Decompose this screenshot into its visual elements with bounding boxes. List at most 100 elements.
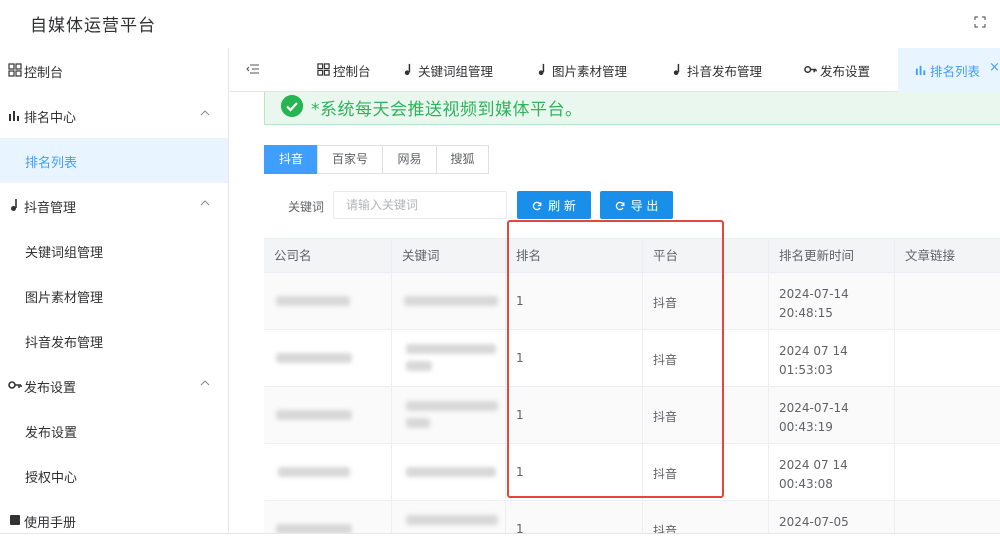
sidebar-item-label: 授权中心 bbox=[25, 471, 78, 486]
redacted-keyword bbox=[406, 515, 498, 525]
key-icon bbox=[8, 381, 22, 389]
status-bar bbox=[0, 533, 1000, 540]
sidebar-item-image-assets[interactable]: 图片素材管理 bbox=[0, 273, 228, 318]
column-header-keyword: 关键词 bbox=[392, 239, 506, 274]
sidebar-item-publish-settings[interactable]: 发布设置 bbox=[0, 408, 228, 453]
dashboard-icon bbox=[317, 63, 330, 76]
redacted-keyword bbox=[406, 401, 498, 411]
sidebar-item-label: 抖音管理 bbox=[24, 201, 77, 216]
platform-tab-douyin[interactable]: 抖音 bbox=[264, 145, 318, 174]
tab-label: 抖音发布管理 bbox=[687, 64, 763, 79]
sidebar-item-dashboard[interactable]: 控制台 bbox=[0, 48, 228, 93]
alert-text: *系统每天会推送视频到媒体平台。 bbox=[311, 100, 583, 120]
cell-article-link[interactable] bbox=[895, 501, 1000, 533]
app-root: 自媒体运营平台 控制台 排名中心 排名列表 抖音管理 关键词组管理 图片素材管理… bbox=[0, 0, 1000, 540]
tab-douyin-publish[interactable]: 抖音发布管理 bbox=[671, 48, 771, 92]
tab-label: 发布设置 bbox=[820, 64, 871, 79]
refresh-button-label: 刷 新 bbox=[548, 198, 576, 213]
check-circle-icon bbox=[281, 95, 303, 117]
chevron-up-icon bbox=[200, 380, 210, 386]
column-header-update-time: 排名更新时间 bbox=[769, 239, 895, 274]
highlight-annotation-box bbox=[507, 220, 724, 498]
refresh-icon bbox=[615, 201, 625, 210]
app-title: 自媒体运营平台 bbox=[30, 16, 156, 36]
refresh-button[interactable]: 刷 新 bbox=[517, 191, 591, 219]
sidebar-group-ranking[interactable]: 排名中心 bbox=[0, 93, 228, 138]
tab-keyword-groups[interactable]: 关键词组管理 bbox=[402, 48, 502, 92]
sidebar-item-label: 控制台 bbox=[24, 66, 64, 81]
sidebar-item-label: 抖音发布管理 bbox=[25, 336, 104, 351]
cell-update-time: 2024 07 14 01:53:03 bbox=[769, 330, 895, 386]
sidebar-item-rank-list[interactable]: 排名列表 bbox=[0, 138, 228, 183]
key-icon bbox=[804, 65, 817, 74]
sidebar-item-keyword-groups[interactable]: 关键词组管理 bbox=[0, 228, 228, 273]
export-button[interactable]: 导 出 bbox=[600, 191, 673, 219]
info-alert: *系统每天会推送视频到媒体平台。 bbox=[264, 92, 1000, 125]
keyword-label: 关键词 bbox=[288, 200, 325, 214]
cell-article-link[interactable] bbox=[895, 387, 1000, 443]
sidebar-item-label: 排名中心 bbox=[24, 111, 77, 126]
cell-company bbox=[264, 387, 392, 443]
cell-company bbox=[264, 273, 392, 329]
sidebar-item-label: 关键词组管理 bbox=[25, 246, 104, 261]
platform-tab-baijiahao[interactable]: 百家号 bbox=[317, 145, 383, 174]
sidebar-group-publish-settings[interactable]: 发布设置 bbox=[0, 363, 228, 408]
redacted-company bbox=[276, 296, 350, 306]
chevron-up-icon bbox=[200, 110, 210, 116]
cell-update-time: 2024-07-05 bbox=[769, 501, 895, 533]
redacted-company bbox=[276, 353, 352, 363]
bar-chart-icon bbox=[915, 65, 926, 76]
sidebar-group-douyin[interactable]: 抖音管理 bbox=[0, 183, 228, 228]
cell-keyword bbox=[392, 330, 506, 386]
cell-platform: 抖音 bbox=[643, 501, 769, 533]
redacted-company bbox=[276, 524, 352, 533]
sidebar-item-label: 图片素材管理 bbox=[25, 291, 104, 306]
redacted-keyword bbox=[406, 418, 430, 428]
music-note-icon bbox=[404, 63, 411, 76]
keyword-input[interactable] bbox=[333, 191, 507, 219]
music-note-icon bbox=[11, 199, 17, 211]
cell-update-time: 2024-07-14 20:48:15 bbox=[769, 273, 895, 329]
cell-rank: 1 bbox=[506, 501, 643, 533]
cell-company bbox=[264, 501, 392, 533]
sidebar-item-douyin-publish[interactable]: 抖音发布管理 bbox=[0, 318, 228, 363]
top-header: 自媒体运营平台 bbox=[0, 0, 1000, 48]
fullscreen-icon[interactable] bbox=[974, 16, 986, 28]
cell-keyword bbox=[392, 501, 506, 533]
cell-company bbox=[264, 330, 392, 386]
redacted-company bbox=[276, 410, 352, 420]
cell-keyword bbox=[392, 387, 506, 443]
cell-article-link[interactable] bbox=[895, 444, 1000, 500]
cell-article-link[interactable] bbox=[895, 330, 1000, 386]
redacted-keyword bbox=[406, 467, 496, 477]
sidebar-item-label: 发布设置 bbox=[24, 381, 77, 396]
sidebar-item-label: 发布设置 bbox=[25, 426, 78, 441]
tab-publish-settings[interactable]: 发布设置 bbox=[804, 48, 884, 92]
platform-tab-sohu[interactable]: 搜狐 bbox=[436, 145, 489, 174]
tab-dashboard[interactable]: 控制台 bbox=[317, 48, 387, 92]
music-note-icon bbox=[673, 63, 680, 76]
platform-tab-netease[interactable]: 网易 bbox=[382, 145, 437, 174]
table-row[interactable]: 1 抖音 2024-07-05 bbox=[264, 501, 1000, 533]
sidebar-item-auth-center[interactable]: 授权中心 bbox=[0, 453, 228, 498]
sidebar: 控制台 排名中心 排名列表 抖音管理 关键词组管理 图片素材管理 抖音发布管理 … bbox=[0, 48, 229, 533]
column-header-company: 公司名 bbox=[264, 239, 392, 274]
tabs-bar: 控制台 关键词组管理 图片素材管理 抖音发布管理 发布设置 排名列表 × bbox=[230, 48, 1000, 92]
cell-article-link[interactable] bbox=[895, 273, 1000, 329]
tab-image-assets[interactable]: 图片素材管理 bbox=[536, 48, 636, 92]
cell-keyword bbox=[392, 273, 506, 329]
refresh-icon bbox=[532, 201, 542, 210]
cell-keyword bbox=[392, 444, 506, 500]
sidebar-item-label: 排名列表 bbox=[25, 156, 78, 171]
cell-company bbox=[264, 444, 392, 500]
collapse-sidebar-icon[interactable] bbox=[246, 62, 260, 76]
tab-label: 控制台 bbox=[333, 64, 371, 79]
redacted-keyword bbox=[404, 296, 498, 306]
dashboard-icon bbox=[8, 63, 22, 77]
redacted-keyword bbox=[406, 344, 496, 354]
sidebar-item-label: 使用手册 bbox=[24, 516, 77, 531]
column-header-article-link: 文章链接 bbox=[905, 248, 956, 263]
tab-rank-list[interactable]: 排名列表 × bbox=[898, 48, 1000, 92]
close-icon[interactable]: × bbox=[989, 60, 1000, 75]
cell-update-time: 2024 07 14 00:43:08 bbox=[769, 444, 895, 500]
